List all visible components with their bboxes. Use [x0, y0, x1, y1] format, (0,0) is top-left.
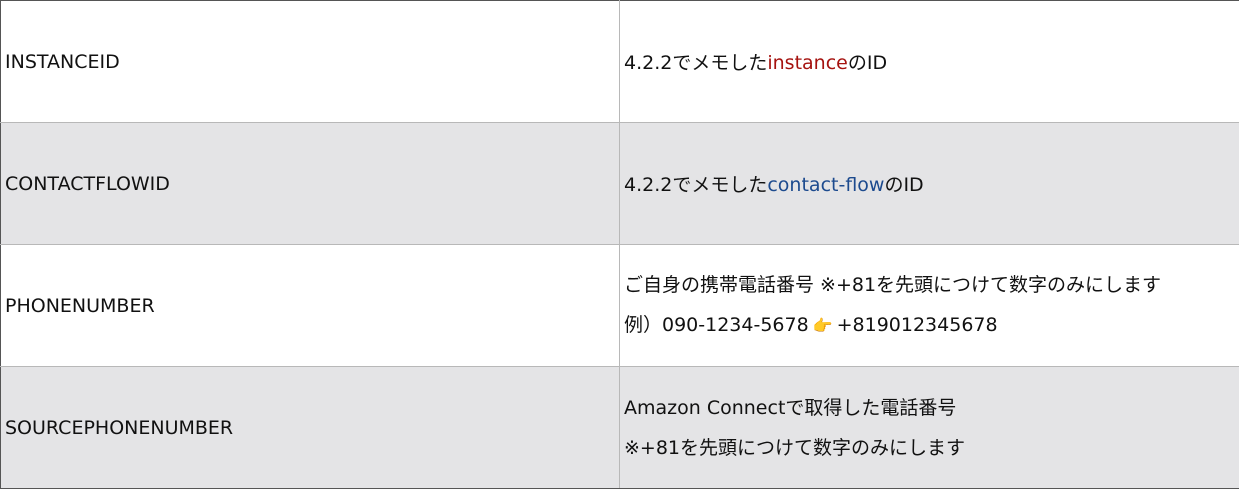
value-cell: Amazon Connectで取得した電話番号 ※+81を先頭につけて数字のみに…	[619, 366, 1239, 489]
key-cell: PHONENUMBER	[0, 244, 620, 367]
env-variable-table: INSTANCEID 4.2.2でメモしたinstanceのID CONTACT…	[0, 0, 1239, 489]
table-row-contactflowid: CONTACTFLOWID 4.2.2でメモしたcontact-flowのID	[0, 122, 1239, 245]
value-cell: 4.2.2でメモしたcontact-flowのID	[619, 122, 1239, 245]
value-line-1: ご自身の携帯電話番号 ※+81を先頭につけて数字のみにします	[624, 274, 1162, 296]
converted-number: +819012345678	[836, 314, 998, 336]
key-label: INSTANCEID	[5, 50, 120, 73]
key-label: PHONENUMBER	[5, 294, 155, 317]
value-highlight: instance	[767, 52, 848, 74]
value-suffix: のID	[884, 174, 924, 196]
value-suffix: のID	[847, 52, 888, 74]
key-cell: CONTACTFLOWID	[0, 122, 620, 245]
key-cell: SOURCEPHONENUMBER	[0, 366, 620, 489]
value-line-2: ※+81を先頭につけて数字のみにします	[624, 436, 966, 459]
value-line-1: Amazon Connectで取得した電話番号	[624, 396, 957, 419]
value-line-2: 例）090-1234-5678 👉 +819012345678	[624, 305, 1239, 346]
key-cell: INSTANCEID	[0, 0, 620, 123]
value-prefix: 4.2.2でメモした	[624, 52, 768, 74]
example-number: 例）090-1234-5678	[624, 314, 809, 336]
value-highlight: contact-flow	[767, 174, 885, 196]
pointing-hand-icon: 👉	[812, 316, 833, 335]
key-label: SOURCEPHONENUMBER	[5, 416, 234, 439]
key-label: CONTACTFLOWID	[5, 172, 170, 195]
value-prefix: 4.2.2でメモした	[624, 174, 768, 196]
value-cell: 4.2.2でメモしたinstanceのID	[619, 0, 1239, 123]
table-row-sourcephonenumber: SOURCEPHONENUMBER Amazon Connectで取得した電話番…	[0, 366, 1239, 489]
value-cell: ご自身の携帯電話番号 ※+81を先頭につけて数字のみにします 例）090-123…	[619, 244, 1239, 367]
table-row-phonenumber: PHONENUMBER ご自身の携帯電話番号 ※+81を先頭につけて数字のみにし…	[0, 244, 1239, 367]
table-row-instanceid: INSTANCEID 4.2.2でメモしたinstanceのID	[0, 0, 1239, 123]
